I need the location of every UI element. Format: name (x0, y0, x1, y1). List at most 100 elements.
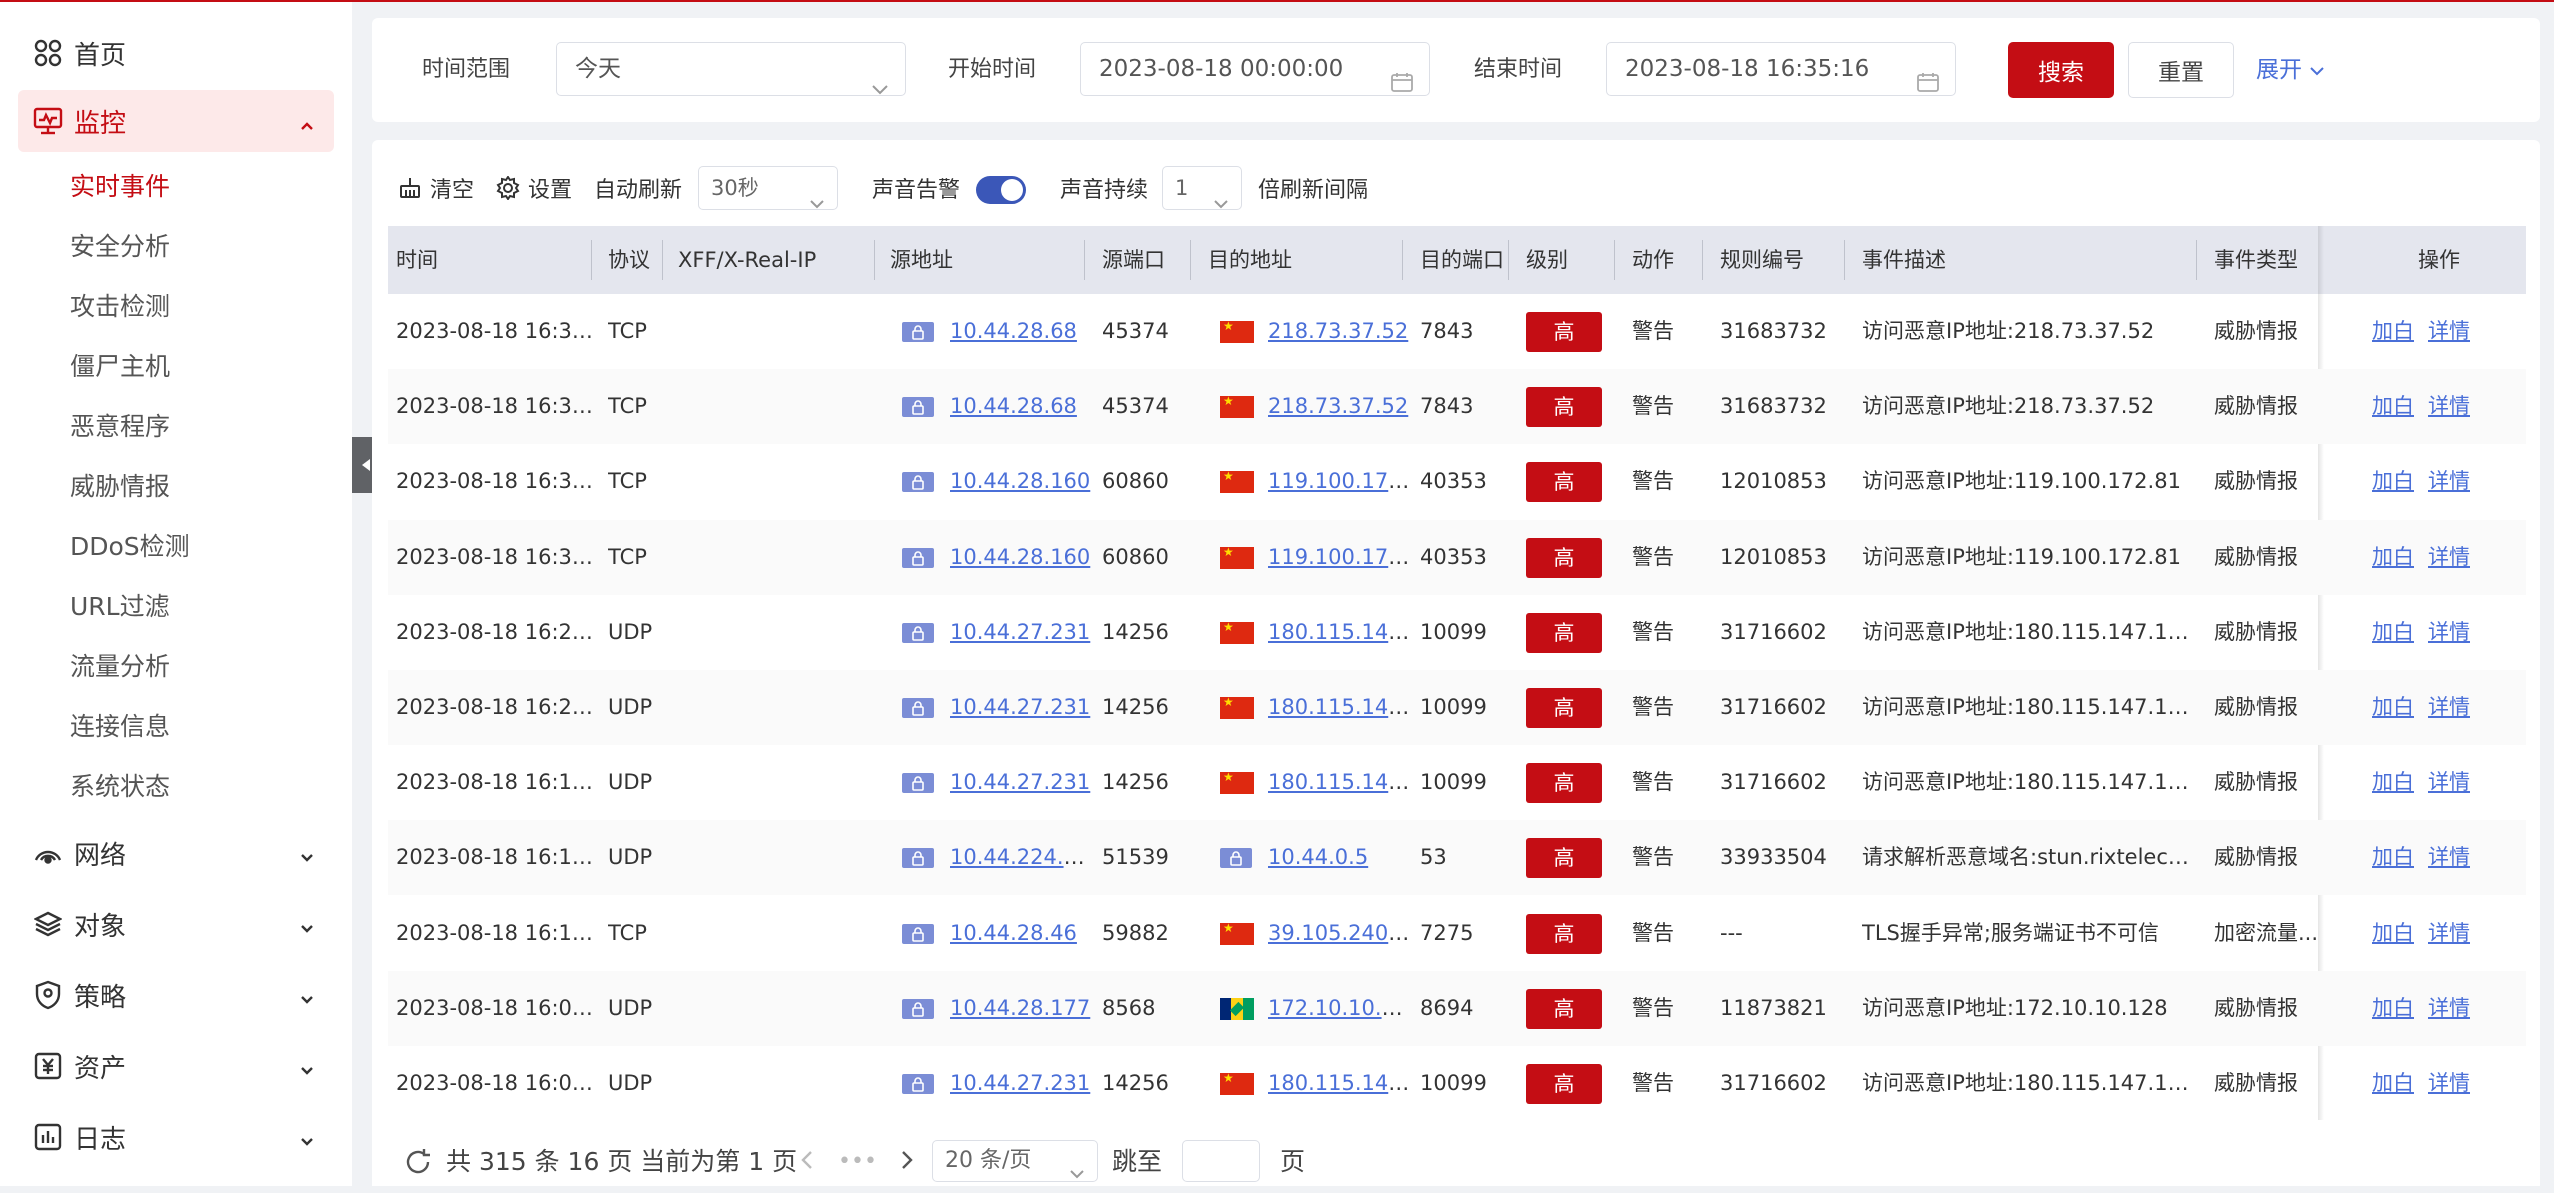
dst-ip-link[interactable]: 180.115.147.1... (1268, 695, 1412, 719)
sound-alarm-toggle[interactable] (976, 176, 1026, 204)
details-link[interactable]: 详情 (2428, 545, 2470, 569)
nav-traffic-analysis[interactable]: 流量分析 (70, 647, 170, 687)
whitelist-link[interactable]: 加白 (2372, 469, 2414, 493)
dst-ip-link[interactable]: 119.100.172.81 (1268, 469, 1412, 493)
prev-page-button[interactable] (800, 1148, 814, 1178)
details-link[interactable]: 详情 (2428, 770, 2470, 794)
src-ip-link[interactable]: 10.44.28.177 (950, 996, 1090, 1020)
end-time-input[interactable]: 2023-08-18 16:35:16 (1606, 42, 1956, 96)
reset-button[interactable]: 重置 (2128, 42, 2234, 98)
whitelist-link[interactable]: 加白 (2372, 996, 2414, 1020)
nav-ddos[interactable]: DDoS检测 (70, 527, 190, 567)
table-row[interactable]: 2023-08-18 16:39:33 TCP 10.44.28.68 45374 21… (388, 369, 2526, 445)
table-row[interactable]: 2023-08-18 16:27:18 UDP 10.44.27.231 14256 1… (388, 595, 2526, 670)
col-dst-port[interactable]: 目的端口 (1420, 226, 1504, 294)
src-ip-link[interactable]: 10.44.28.46 (950, 921, 1077, 945)
nav-policy[interactable]: 策略 (18, 964, 334, 1026)
src-ip-link[interactable]: 10.44.28.68 (950, 394, 1077, 418)
dst-ip-link[interactable]: 218.73.37.52 (1268, 319, 1408, 343)
col-event-type[interactable]: 事件类型 (2214, 226, 2298, 294)
src-ip-link[interactable]: 10.44.224.150 (950, 845, 1092, 869)
sound-duration-select[interactable]: 1 (1162, 166, 1242, 210)
dst-ip-link[interactable]: 39.105.240.30 (1268, 921, 1412, 945)
nav-assets[interactable]: 资产 (18, 1035, 334, 1097)
details-link[interactable]: 详情 (2428, 845, 2470, 869)
time-range-select[interactable]: 今天 (556, 42, 906, 96)
src-ip-link[interactable]: 10.44.27.231 (950, 1071, 1090, 1095)
auto-refresh-select[interactable]: 30秒 (698, 166, 838, 210)
table-row[interactable]: 2023-08-18 16:09:49 UDP 10.44.28.177 8568 17… (388, 970, 2526, 1046)
refresh-icon[interactable] (404, 1148, 432, 1182)
table-row[interactable]: 2023-08-18 16:17:22 UDP 10.44.224.150 51539… (388, 820, 2526, 896)
table-row[interactable]: 2023-08-18 16:08:34 UDP 10.44.27.231 14256 1… (388, 1046, 2526, 1121)
page-ellipsis[interactable]: ••• (838, 1144, 877, 1180)
details-link[interactable]: 详情 (2428, 469, 2470, 493)
whitelist-link[interactable]: 加白 (2372, 1071, 2414, 1095)
whitelist-link[interactable]: 加白 (2372, 319, 2414, 343)
dst-ip-link[interactable]: 180.115.147.1... (1268, 1071, 1412, 1095)
col-dst-addr[interactable]: 目的地址 (1208, 226, 1292, 294)
jump-page-input[interactable] (1182, 1140, 1260, 1182)
src-ip-link[interactable]: 10.44.28.160 (950, 469, 1090, 493)
whitelist-link[interactable]: 加白 (2372, 845, 2414, 869)
col-time[interactable]: 时间 (396, 226, 438, 294)
details-link[interactable]: 详情 (2428, 695, 2470, 719)
col-event-desc[interactable]: 事件描述 (1862, 226, 1946, 294)
whitelist-link[interactable]: 加白 (2372, 620, 2414, 644)
col-level[interactable]: 级别 (1526, 226, 1568, 294)
col-protocol[interactable]: 协议 (608, 226, 650, 294)
search-button[interactable]: 搜索 (2008, 42, 2114, 98)
whitelist-link[interactable]: 加白 (2372, 921, 2414, 945)
src-ip-link[interactable]: 10.44.27.231 (950, 620, 1090, 644)
table-row[interactable]: 2023-08-18 16:30:50 TCP 10.44.28.160 60860 1… (388, 519, 2526, 595)
nav-zombie-hosts[interactable]: 僵尸主机 (70, 347, 170, 387)
dst-ip-link[interactable]: 180.115.147.1... (1268, 770, 1412, 794)
src-ip-link[interactable]: 10.44.28.68 (950, 319, 1077, 343)
nav-attack-detection[interactable]: 攻击检测 (70, 287, 170, 327)
nav-realtime-events[interactable]: 实时事件 (70, 167, 170, 207)
col-src-addr[interactable]: 源地址 (890, 226, 953, 294)
col-src-port[interactable]: 源端口 (1102, 226, 1165, 294)
nav-url-filter[interactable]: URL过滤 (70, 587, 170, 627)
src-ip-link[interactable]: 10.44.27.231 (950, 770, 1090, 794)
nav-monitor[interactable]: 监控 (18, 90, 334, 152)
src-ip-link[interactable]: 10.44.27.231 (950, 695, 1090, 719)
expand-button[interactable]: 展开 (2256, 42, 2325, 98)
settings-button[interactable]: 设置 (496, 140, 572, 236)
page-size-select[interactable]: 20 条/页 (932, 1140, 1098, 1182)
whitelist-link[interactable]: 加白 (2372, 770, 2414, 794)
whitelist-link[interactable]: 加白 (2372, 394, 2414, 418)
details-link[interactable]: 详情 (2428, 394, 2470, 418)
dst-ip-link[interactable]: 172.10.10.128 (1268, 996, 1412, 1020)
dst-ip-link[interactable]: 218.73.37.52 (1268, 394, 1408, 418)
table-row[interactable]: 2023-08-18 16:18:27 UDP 10.44.27.231 14256 1… (388, 745, 2526, 820)
whitelist-link[interactable]: 加白 (2372, 695, 2414, 719)
nav-logs[interactable]: 日志 (18, 1106, 334, 1168)
table-row[interactable]: 2023-08-18 16:11:48 TCP 10.44.28.46 59882 39… (388, 896, 2526, 971)
nav-objects[interactable]: 对象 (18, 893, 334, 955)
col-action[interactable]: 动作 (1632, 226, 1674, 294)
dst-ip-link[interactable]: 119.100.172.81 (1268, 545, 1412, 569)
start-time-input[interactable]: 2023-08-18 00:00:00 (1080, 42, 1430, 96)
details-link[interactable]: 详情 (2428, 921, 2470, 945)
col-xff[interactable]: XFF/X-Real-IP (678, 226, 816, 294)
details-link[interactable]: 详情 (2428, 1071, 2470, 1095)
col-rule-id[interactable]: 规则编号 (1720, 226, 1804, 294)
table-row[interactable]: 2023-08-18 16:39:39 TCP 10.44.28.68 45374 21… (388, 294, 2526, 369)
whitelist-link[interactable]: 加白 (2372, 545, 2414, 569)
clear-button[interactable]: 清空 (398, 140, 474, 236)
src-ip-link[interactable]: 10.44.28.160 (950, 545, 1090, 569)
table-row[interactable]: 2023-08-18 16:23:24 UDP 10.44.27.231 14256 1… (388, 670, 2526, 745)
nav-network[interactable]: 网络 (18, 822, 334, 884)
next-page-button[interactable] (900, 1148, 914, 1178)
details-link[interactable]: 详情 (2428, 996, 2470, 1020)
dst-ip-link[interactable]: 10.44.0.5 (1268, 845, 1368, 869)
nav-threat-intel[interactable]: 威胁情报 (70, 467, 170, 507)
nav-malware[interactable]: 恶意程序 (70, 407, 170, 447)
details-link[interactable]: 详情 (2428, 319, 2470, 343)
dst-ip-link[interactable]: 180.115.147.1... (1268, 620, 1412, 644)
nav-security-analysis[interactable]: 安全分析 (70, 227, 170, 267)
nav-connection-info[interactable]: 连接信息 (70, 707, 170, 747)
details-link[interactable]: 详情 (2428, 620, 2470, 644)
nav-system-status[interactable]: 系统状态 (70, 767, 170, 807)
